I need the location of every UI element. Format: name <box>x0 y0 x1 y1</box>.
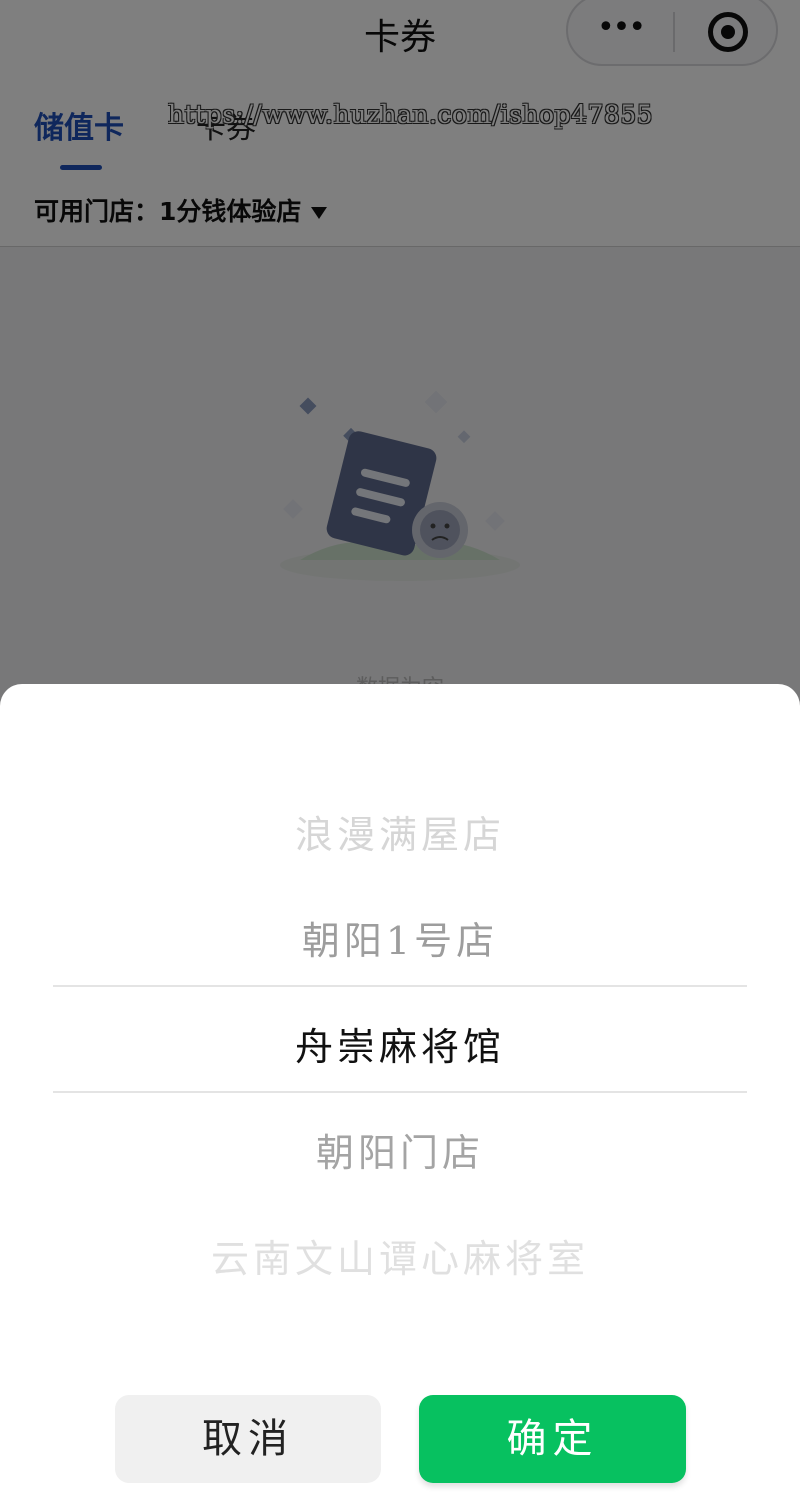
confirm-button[interactable]: 确定 <box>419 1395 686 1483</box>
cancel-button[interactable]: 取消 <box>115 1395 381 1483</box>
picker-option-selected[interactable]: 舟崇麻将馆 <box>0 1016 800 1071</box>
selection-divider-bottom <box>53 1091 747 1093</box>
picker-option[interactable]: 朝阳门店 <box>0 1122 800 1177</box>
selection-divider-top <box>53 985 747 987</box>
store-picker-wheel[interactable]: 浪漫满屋店 朝阳1号店 舟崇麻将馆 朝阳门店 云南文山谭心麻将室 <box>0 684 800 1364</box>
picker-option[interactable]: 云南文山谭心麻将室 <box>0 1228 800 1283</box>
store-picker-sheet: 浪漫满屋店 朝阳1号店 舟崇麻将馆 朝阳门店 云南文山谭心麻将室 取消 确定 <box>0 684 800 1511</box>
picker-option[interactable]: 浪漫满屋店 <box>0 804 800 859</box>
picker-option[interactable]: 朝阳1号店 <box>0 910 800 965</box>
